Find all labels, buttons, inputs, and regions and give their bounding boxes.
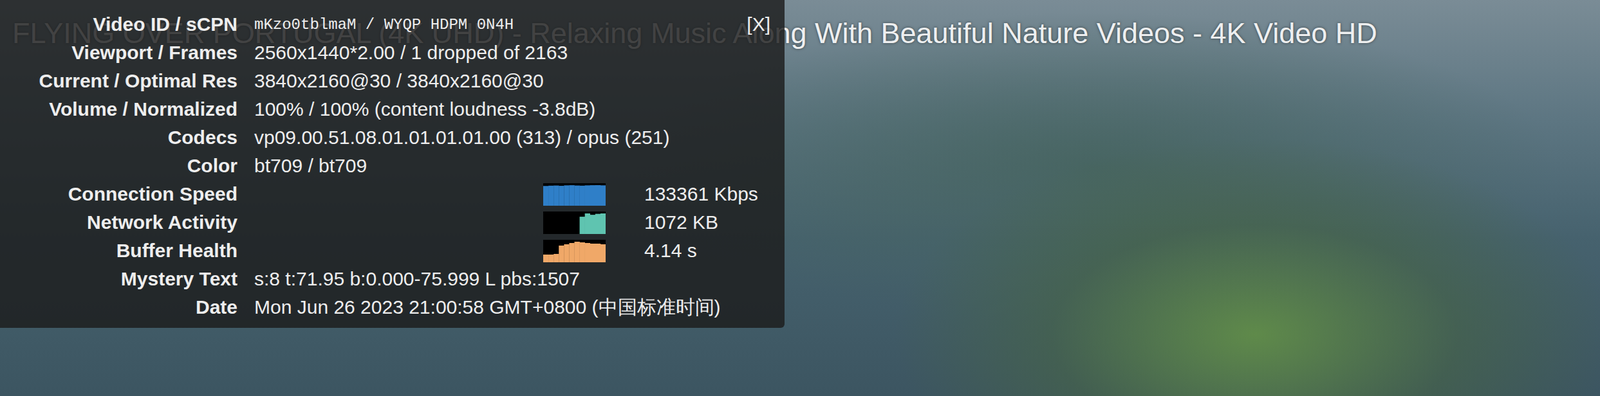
stats-value: s:8 t:71.95 b:0.000-75.999 L pbs:1507 bbox=[254, 268, 773, 291]
chart-bar bbox=[585, 213, 591, 235]
stats-reading: 133361 Kbps bbox=[644, 183, 773, 206]
chart-bar bbox=[574, 233, 580, 235]
chart-bar bbox=[543, 233, 549, 235]
stats-for-nerds-panel: [X] Video ID / sCPN mKzo0tblmaM / WYQP HDP… bbox=[0, 0, 785, 329]
stats-label: Volume / Normalized bbox=[0, 98, 238, 121]
chart-bar bbox=[558, 186, 564, 206]
stats-row: Date Mon Jun 26 2023 21:00:58 GMT+0800 (中… bbox=[0, 293, 773, 322]
chart-bar bbox=[568, 243, 575, 263]
stats-value: 100% / 100% (content loudness -3.8dB) bbox=[254, 98, 773, 121]
chart-bar bbox=[585, 185, 591, 206]
stats-reading: 1072 KB bbox=[644, 211, 773, 234]
chart-bar bbox=[600, 213, 606, 235]
stats-label: Mystery Text bbox=[0, 268, 238, 291]
chart-bar bbox=[548, 185, 554, 206]
chart-bar bbox=[595, 243, 601, 263]
stats-row: Codecs vp09.00.51.08.01.01.01.01.00 (313)… bbox=[0, 123, 773, 152]
chart-bar bbox=[543, 186, 549, 206]
chart-bar bbox=[600, 185, 606, 206]
stats-row: Buffer Health 4.14 s bbox=[0, 236, 773, 266]
chart-bar bbox=[595, 185, 601, 206]
stats-label: Color bbox=[0, 155, 238, 177]
chart-bar bbox=[595, 213, 601, 234]
chart-bar bbox=[590, 185, 596, 206]
stats-row: Volume / Normalized 100% / 100% (content … bbox=[0, 95, 773, 124]
stats-graph-value: 133361 Kbps bbox=[254, 183, 773, 206]
stats-value: 3840x2160@30 / 3840x2160@30 bbox=[254, 70, 773, 93]
stats-label: Current / Optimal Res bbox=[0, 70, 238, 93]
stats-label: Date bbox=[0, 296, 238, 319]
stats-value: vp09.00.51.08.01.01.01.01.00 (313) / opu… bbox=[254, 126, 773, 149]
stats-graph-value: 1072 KB bbox=[254, 211, 773, 235]
chart-bar bbox=[574, 241, 580, 263]
stats-label: Network Activity bbox=[0, 211, 238, 234]
chart-bar bbox=[553, 233, 559, 235]
chart-bar bbox=[579, 242, 586, 263]
stats-row: Network Activity 1072 KB bbox=[0, 208, 773, 237]
close-button[interactable]: [X] bbox=[746, 10, 771, 39]
chart-bar bbox=[579, 216, 586, 235]
sparkline-chart bbox=[543, 211, 606, 235]
stats-label: Viewport / Frames bbox=[0, 41, 238, 64]
stats-row: Viewport / Frames 2560x1440*2.00 / 1 drop… bbox=[0, 38, 773, 67]
stats-value: Mon Jun 26 2023 21:00:58 GMT+0800 (中国标准时… bbox=[254, 294, 773, 322]
chart-bar bbox=[558, 233, 564, 235]
chart-bar bbox=[548, 233, 554, 235]
stats-label: Video ID / sCPN bbox=[0, 13, 238, 36]
stats-row: Connection Speed 133361 Kbps bbox=[0, 180, 773, 209]
stats-reading: 4.14 s bbox=[644, 240, 773, 262]
sparkline-chart bbox=[543, 240, 606, 263]
chart-bar bbox=[548, 254, 554, 263]
chart-bar bbox=[553, 254, 559, 263]
stats-label: Buffer Health bbox=[0, 240, 238, 262]
chart-bar bbox=[543, 254, 549, 263]
chart-bar bbox=[590, 214, 596, 235]
stats-label: Codecs bbox=[0, 126, 238, 149]
stats-row: Video ID / sCPN mKzo0tblmaM / WYQP HDPM 0… bbox=[0, 10, 773, 39]
chart-bar bbox=[553, 185, 559, 206]
chart-bar bbox=[563, 185, 569, 206]
video-player[interactable]: FLYING OVER PORTUGAL (4K UHD) - Relaxing… bbox=[0, 0, 1600, 396]
stats-row: Color bt709 / bt709 bbox=[0, 151, 773, 181]
stats-row: Current / Optimal Res 3840x2160@30 / 3840… bbox=[0, 66, 773, 96]
chart-bar bbox=[600, 244, 606, 263]
chart-bar bbox=[563, 244, 569, 263]
stats-label: Connection Speed bbox=[0, 183, 238, 206]
chart-bar bbox=[563, 233, 569, 235]
stats-graph-value: 4.14 s bbox=[254, 240, 773, 263]
stats-row: Mystery Text s:8 t:71.95 b:0.000-75.999 L… bbox=[0, 265, 773, 294]
stats-value: bt709 / bt709 bbox=[254, 155, 773, 177]
chart-bar bbox=[574, 185, 580, 206]
chart-bar bbox=[558, 245, 564, 263]
chart-bar bbox=[590, 243, 596, 263]
chart-bar bbox=[568, 233, 575, 235]
stats-value: mKzo0tblmaM / WYQP HDPM 0N4H bbox=[254, 16, 773, 34]
chart-bar bbox=[579, 185, 586, 206]
chart-bar bbox=[568, 185, 575, 206]
stats-value: 2560x1440*2.00 / 1 dropped of 2163 bbox=[254, 41, 773, 64]
chart-bar bbox=[585, 243, 591, 263]
sparkline-chart bbox=[543, 183, 606, 206]
